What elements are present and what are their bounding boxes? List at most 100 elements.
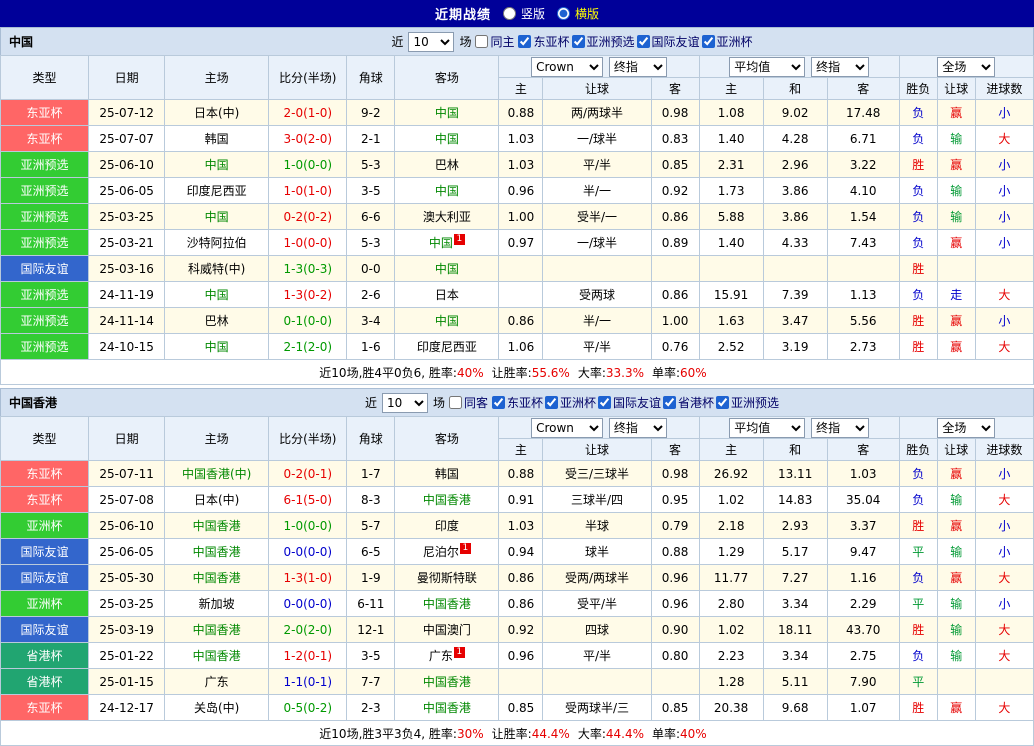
euro-away-odds: 35.04 — [826, 486, 900, 513]
summary-stat-value: 44.4% — [531, 726, 570, 741]
competition-checkbox[interactable] — [598, 396, 612, 409]
asia-home-odds: 1.03 — [498, 512, 544, 539]
near-label: 近 — [391, 35, 404, 49]
result-winloss: 胜 — [898, 616, 938, 643]
competition-option-东亚杯[interactable]: 东亚杯 — [491, 394, 543, 411]
asia-away-odds: 0.98 — [650, 460, 700, 487]
competition-checkbox[interactable] — [716, 396, 730, 409]
type-badge: 东亚杯 — [0, 694, 90, 721]
home-team-name: 中国香港 — [192, 623, 241, 637]
asia-home-odds: 0.85 — [498, 694, 544, 721]
type-badge: 国际友谊 — [0, 255, 90, 282]
match-score: 0-5(0-2) — [268, 694, 348, 721]
layout-horizontal-option[interactable]: 横版 — [557, 5, 599, 22]
away-team-name: 广东 — [428, 649, 453, 663]
col-header-asia-away: 客 — [650, 438, 700, 461]
euro-home-odds: 1.73 — [698, 177, 764, 204]
match-date: 25-03-21 — [88, 229, 166, 256]
away-team: 中国香港 — [394, 486, 500, 513]
result-winloss: 平 — [898, 668, 938, 695]
corner-score: 9-2 — [346, 99, 396, 126]
home-team: 中国香港 — [164, 512, 270, 539]
euro-draw-odds: 3.47 — [762, 307, 828, 334]
result-goals: 小 — [974, 177, 1034, 204]
col-header-home: 主场 — [164, 416, 270, 461]
layout-vertical-radio[interactable] — [502, 7, 516, 20]
corner-score: 6-11 — [346, 590, 396, 617]
layout-vertical-option[interactable]: 竖版 — [502, 5, 545, 22]
match-date: 24-12-17 — [88, 694, 166, 721]
type-badge: 亚洲预选 — [0, 333, 90, 360]
home-team-name: 日本(中) — [194, 106, 240, 120]
competition-option-东亚杯[interactable]: 东亚杯 — [518, 33, 570, 50]
same-venue-option[interactable]: 同主 — [475, 33, 514, 50]
result-handicap: 输 — [936, 177, 976, 204]
match-score: 1-0(1-0) — [268, 177, 348, 204]
competition-option-亚洲杯[interactable]: 亚洲杯 — [701, 33, 753, 50]
euro-average-select[interactable]: 平均值 — [729, 56, 806, 77]
match-row: 省港杯 25-01-22 中国香港 1-2(0-1) 3-5 广东 1 0.96 平/半 0.80… — [0, 642, 1034, 669]
competition-checkbox[interactable] — [636, 35, 650, 48]
competition-label: 东亚杯 — [506, 396, 543, 410]
match-score: 0-2(0-1) — [268, 460, 348, 487]
corner-score: 5-3 — [346, 151, 396, 178]
euro-average-select[interactable]: 平均值 — [729, 417, 806, 438]
euro-away-odds: 1.54 — [826, 203, 900, 230]
asia-handicap: 半球 — [542, 512, 652, 539]
result-winloss: 平 — [898, 538, 938, 565]
competition-checkbox[interactable] — [545, 396, 558, 409]
same-venue-checkbox[interactable] — [475, 35, 489, 48]
asia-away-odds: 0.89 — [650, 229, 700, 256]
competition-label: 亚洲杯 — [560, 396, 597, 410]
col-header-date: 日期 — [88, 416, 166, 461]
euro-draw-odds: 9.68 — [762, 694, 828, 721]
summary-row: 近10场,胜3平3负4, 胜率:30% 让胜率:44.4% 大率:44.4% 单率:4… — [0, 720, 1034, 746]
competition-option-亚洲杯[interactable]: 亚洲杯 — [545, 394, 596, 411]
summary-stat-label: 让胜率: — [491, 365, 532, 380]
result-winloss: 胜 — [898, 307, 938, 334]
euro-home-odds: 2.23 — [698, 642, 764, 669]
competition-option-省港杯[interactable]: 省港杯 — [663, 394, 714, 411]
competition-option-国际友谊[interactable]: 国际友谊 — [636, 33, 700, 50]
corner-score: 2-6 — [346, 281, 396, 308]
asia-handicap: 受两球半/三 — [542, 694, 652, 721]
competition-checkbox[interactable] — [701, 35, 715, 48]
competition-option-国际友谊[interactable]: 国际友谊 — [598, 394, 661, 411]
away-team-name: 澳大利亚 — [422, 210, 471, 224]
competition-checkbox[interactable] — [518, 35, 532, 48]
competition-checkbox[interactable] — [491, 396, 505, 409]
match-count-select[interactable]: 10 — [408, 31, 455, 52]
layout-horizontal-radio[interactable] — [557, 7, 570, 20]
result-goals: 大 — [974, 486, 1034, 513]
asia-final-select[interactable]: 终指 — [608, 417, 667, 438]
col-header-euro-draw: 和 — [762, 438, 828, 461]
euro-final-select[interactable]: 终指 — [811, 417, 870, 438]
competition-checkbox[interactable] — [571, 35, 585, 48]
bookmaker-select[interactable]: Crown — [531, 56, 604, 77]
match-score: 2-0(2-0) — [268, 616, 348, 643]
competition-option-亚洲预选[interactable]: 亚洲预选 — [571, 33, 635, 50]
asia-home-odds: 1.06 — [498, 333, 544, 360]
competition-option-亚洲预选[interactable]: 亚洲预选 — [716, 394, 779, 411]
summary-stat-value: 40% — [456, 365, 484, 380]
competition-checkbox[interactable] — [663, 396, 677, 409]
asia-home-odds: 1.03 — [498, 125, 544, 152]
home-team: 科威特(中) — [164, 255, 270, 282]
scope-select[interactable]: 全场 — [937, 417, 996, 438]
asia-final-select[interactable]: 终指 — [608, 56, 667, 77]
result-goals: 小 — [974, 229, 1034, 256]
section-header: 中国香港 近 10 场 同客 东亚杯 亚洲杯 国际友谊 省港杯 亚洲预选 — [0, 388, 1034, 416]
asia-handicap: 半/一 — [542, 307, 652, 334]
match-date: 24-10-15 — [88, 333, 166, 360]
match-date: 25-03-19 — [88, 616, 166, 643]
same-venue-checkbox[interactable] — [448, 396, 462, 409]
result-handicap: 赢 — [936, 333, 976, 360]
asia-away-odds: 0.92 — [650, 177, 700, 204]
match-count-select[interactable]: 10 — [381, 392, 428, 413]
match-date: 25-03-16 — [88, 255, 166, 282]
bookmaker-select[interactable]: Crown — [531, 417, 604, 438]
same-venue-option[interactable]: 同客 — [448, 394, 488, 411]
euro-final-select[interactable]: 终指 — [811, 56, 870, 77]
scope-select[interactable]: 全场 — [937, 56, 996, 77]
away-team: 中国 — [394, 307, 500, 334]
